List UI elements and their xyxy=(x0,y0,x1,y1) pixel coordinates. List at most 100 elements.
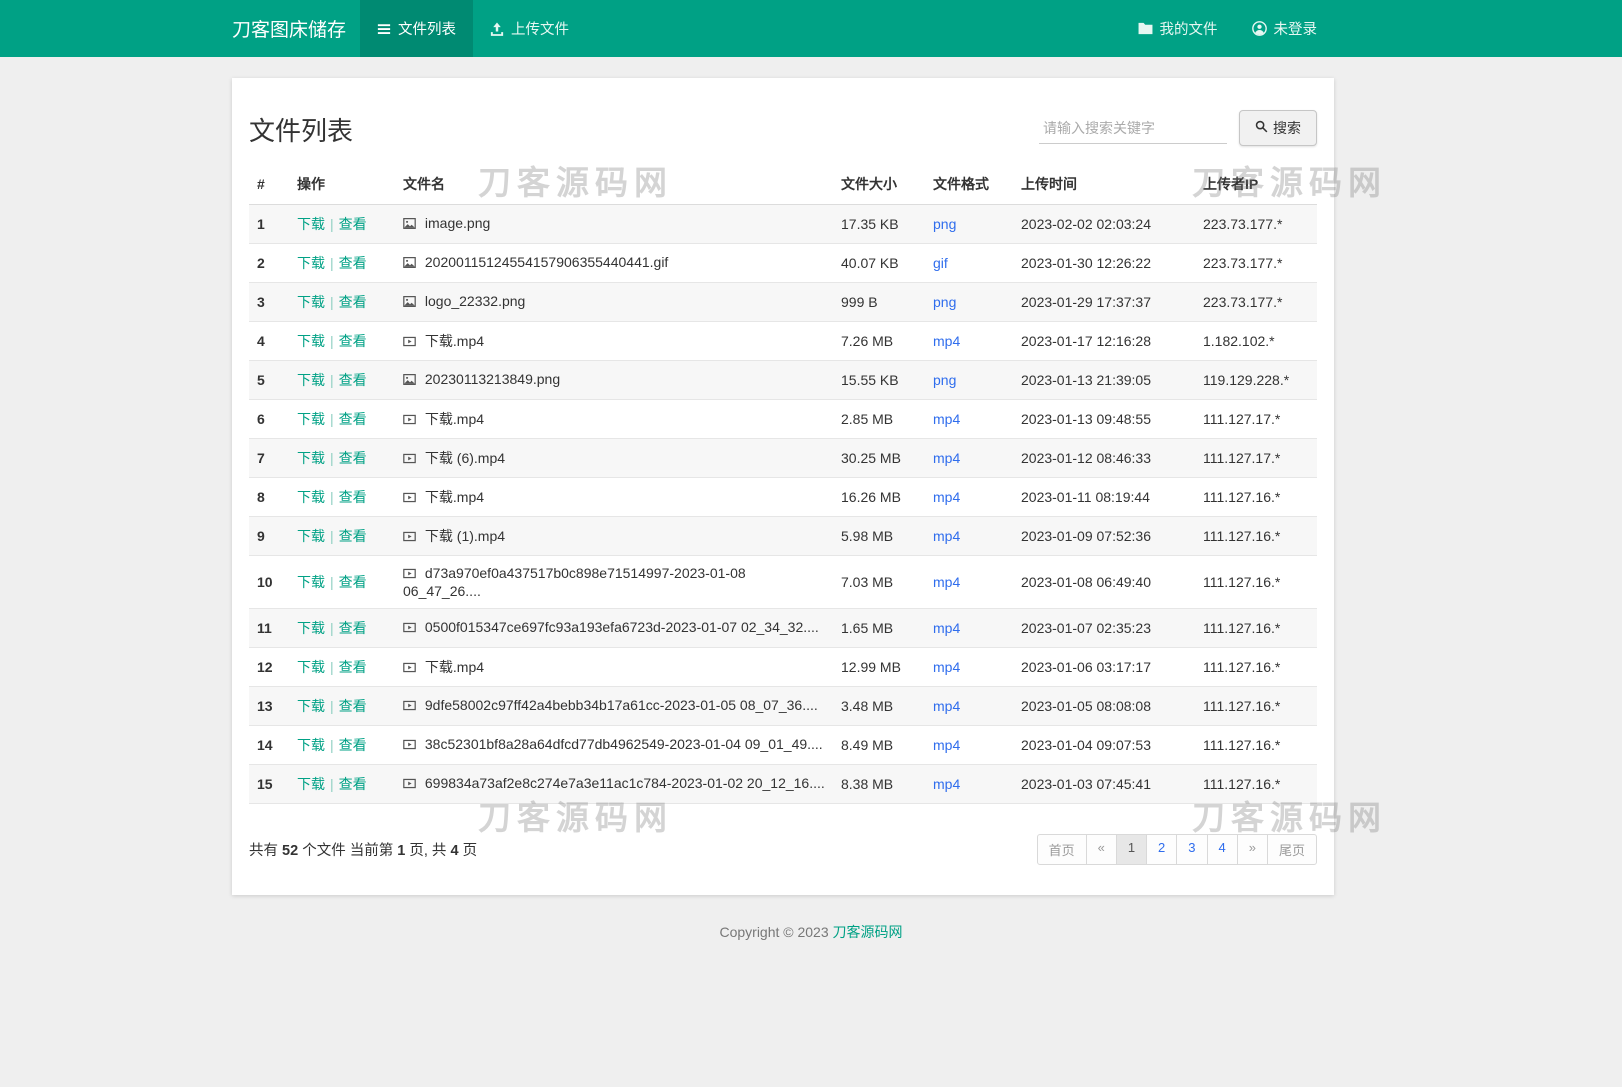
image-file-icon xyxy=(403,373,416,389)
pagination-item[interactable]: 首页 xyxy=(1037,834,1087,865)
file-format-link[interactable]: mp4 xyxy=(933,333,960,349)
file-format-link[interactable]: mp4 xyxy=(933,620,960,636)
view-link[interactable]: 查看 xyxy=(339,411,367,427)
download-link[interactable]: 下载 xyxy=(297,489,325,505)
nav-item-label: 未登录 xyxy=(1274,18,1318,39)
table-row: 10 下载|查看 d73a970ef0a437517b0c898e7151499… xyxy=(249,556,1317,609)
table-row: 15 下载|查看 699834a73af2e8c274e7a3e11ac1c78… xyxy=(249,765,1317,804)
action-separator: | xyxy=(330,620,334,636)
copyright-link[interactable]: 刀客源码网 xyxy=(833,924,903,940)
pagination-item[interactable]: 1 xyxy=(1116,834,1147,865)
pagination-item[interactable]: 2 xyxy=(1146,834,1177,865)
uploader-ip: 111.127.16.* xyxy=(1195,478,1317,517)
brand[interactable]: 刀客图床储存 xyxy=(232,0,360,57)
upload-time: 2023-01-13 21:39:05 xyxy=(1013,361,1195,400)
table-row: 12 下载|查看 下载.mp4 12.99 MB mp4 2023-01-06 … xyxy=(249,648,1317,687)
view-link[interactable]: 查看 xyxy=(339,294,367,310)
file-name: 下载.mp4 xyxy=(425,333,484,349)
download-link[interactable]: 下载 xyxy=(297,776,325,792)
file-format-link[interactable]: png xyxy=(933,294,956,310)
video-file-icon xyxy=(403,738,416,754)
view-link[interactable]: 查看 xyxy=(339,620,367,636)
view-link[interactable]: 查看 xyxy=(339,528,367,544)
view-link[interactable]: 查看 xyxy=(339,372,367,388)
download-link[interactable]: 下载 xyxy=(297,574,325,590)
download-link[interactable]: 下载 xyxy=(297,698,325,714)
upload-time: 2023-02-02 02:03:24 xyxy=(1013,205,1195,244)
nav-item-upload[interactable]: 上传文件 xyxy=(473,0,586,57)
view-link[interactable]: 查看 xyxy=(339,216,367,232)
nav-item-file-list[interactable]: 文件列表 xyxy=(360,0,473,57)
download-link[interactable]: 下载 xyxy=(297,528,325,544)
file-format-link[interactable]: png xyxy=(933,216,956,232)
file-format-link[interactable]: gif xyxy=(933,255,948,271)
upload-time: 2023-01-06 03:17:17 xyxy=(1013,648,1195,687)
upload-time: 2023-01-08 06:49:40 xyxy=(1013,556,1195,609)
table-header-row: # 操作 文件名 文件大小 文件格式 上传时间 上传者IP xyxy=(249,164,1317,205)
file-name: 下载 (6).mp4 xyxy=(425,450,505,466)
header-fileformat: 文件格式 xyxy=(925,164,1013,205)
table-row: 3 下载|查看 logo_22332.png 999 B png 2023-01… xyxy=(249,283,1317,322)
view-link[interactable]: 查看 xyxy=(339,737,367,753)
pagination-item[interactable]: « xyxy=(1086,834,1117,865)
file-size: 7.03 MB xyxy=(833,556,925,609)
search-input[interactable] xyxy=(1039,113,1227,144)
pagination-item[interactable]: 3 xyxy=(1176,834,1207,865)
header-filename: 文件名 xyxy=(395,164,833,205)
file-format-link[interactable]: mp4 xyxy=(933,659,960,675)
folder-icon xyxy=(1138,22,1153,35)
file-size: 999 B xyxy=(833,283,925,322)
file-size: 7.26 MB xyxy=(833,322,925,361)
download-link[interactable]: 下载 xyxy=(297,294,325,310)
file-format-link[interactable]: mp4 xyxy=(933,528,960,544)
file-format-link[interactable]: mp4 xyxy=(933,411,960,427)
file-format-link[interactable]: mp4 xyxy=(933,776,960,792)
search-button-label: 搜索 xyxy=(1273,118,1301,138)
file-format-link[interactable]: png xyxy=(933,372,956,388)
action-separator: | xyxy=(330,659,334,675)
upload-time: 2023-01-07 02:35:23 xyxy=(1013,609,1195,648)
download-link[interactable]: 下载 xyxy=(297,333,325,349)
view-link[interactable]: 查看 xyxy=(339,698,367,714)
nav-item-label: 文件列表 xyxy=(398,18,456,39)
pagination-item[interactable]: 4 xyxy=(1207,834,1238,865)
uploader-ip: 111.127.16.* xyxy=(1195,648,1317,687)
download-link[interactable]: 下载 xyxy=(297,659,325,675)
file-format-link[interactable]: mp4 xyxy=(933,450,960,466)
download-link[interactable]: 下载 xyxy=(297,372,325,388)
download-link[interactable]: 下载 xyxy=(297,450,325,466)
list-icon xyxy=(377,22,391,36)
file-format-link[interactable]: mp4 xyxy=(933,574,960,590)
action-separator: | xyxy=(330,489,334,505)
view-link[interactable]: 查看 xyxy=(339,450,367,466)
navbar: 刀客图床储存 文件列表 上传文件 我的文件 xyxy=(0,0,1622,57)
action-separator: | xyxy=(330,255,334,271)
file-format-link[interactable]: mp4 xyxy=(933,737,960,753)
view-link[interactable]: 查看 xyxy=(339,333,367,349)
file-format-link[interactable]: mp4 xyxy=(933,698,960,714)
nav-item-login-status[interactable]: 未登录 xyxy=(1235,0,1335,57)
search-button[interactable]: 搜索 xyxy=(1239,110,1317,146)
download-link[interactable]: 下载 xyxy=(297,411,325,427)
nav-item-my-files[interactable]: 我的文件 xyxy=(1121,0,1235,57)
view-link[interactable]: 查看 xyxy=(339,255,367,271)
file-size: 12.99 MB xyxy=(833,648,925,687)
download-link[interactable]: 下载 xyxy=(297,255,325,271)
view-link[interactable]: 查看 xyxy=(339,659,367,675)
download-link[interactable]: 下载 xyxy=(297,620,325,636)
pagination-item[interactable]: » xyxy=(1237,834,1268,865)
table-row: 4 下载|查看 下载.mp4 7.26 MB mp4 2023-01-17 12… xyxy=(249,322,1317,361)
file-size: 8.38 MB xyxy=(833,765,925,804)
download-link[interactable]: 下载 xyxy=(297,216,325,232)
view-link[interactable]: 查看 xyxy=(339,574,367,590)
action-separator: | xyxy=(330,216,334,232)
header-index: # xyxy=(249,164,289,205)
view-link[interactable]: 查看 xyxy=(339,489,367,505)
file-size: 30.25 MB xyxy=(833,439,925,478)
download-link[interactable]: 下载 xyxy=(297,737,325,753)
view-link[interactable]: 查看 xyxy=(339,776,367,792)
action-separator: | xyxy=(330,737,334,753)
file-format-link[interactable]: mp4 xyxy=(933,489,960,505)
pagination-item[interactable]: 尾页 xyxy=(1267,834,1317,865)
action-separator: | xyxy=(330,776,334,792)
